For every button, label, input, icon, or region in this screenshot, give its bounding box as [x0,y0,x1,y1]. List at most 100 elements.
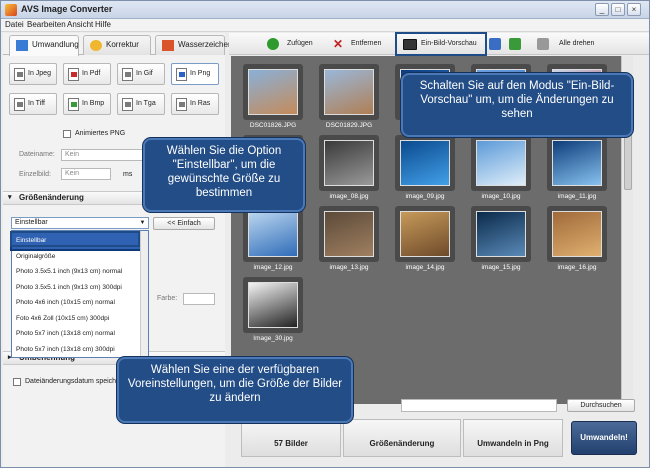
star-icon [90,40,102,51]
gallery-thumbnail[interactable]: image_16.jpg [547,206,607,274]
gallery-thumbnail[interactable]: Image_30.jpg [243,277,303,345]
step-resize[interactable]: Größenänderung [343,419,461,457]
minimize-button[interactable]: _ [595,3,609,16]
thumbnail-image [248,69,298,115]
selected-preset: Einstellbar [15,219,48,226]
format-label: In Tga [136,100,156,107]
thumbnail-image [248,211,298,257]
gallery-thumbnail[interactable]: image_10.jpg [471,135,531,203]
add-icon[interactable] [267,38,279,50]
tab-wasserzeichen[interactable]: Wasserzeichen [155,35,232,55]
gallery-thumbnail[interactable]: image_08.jpg [319,135,379,203]
thumbnail-caption: image_13.jpg [329,264,369,271]
ras-file-icon [176,98,187,111]
format-label: In Jpeg [28,70,51,77]
tga-file-icon [122,98,133,111]
rotate-left-icon[interactable] [489,38,501,50]
menu-hilfe[interactable]: Hilfe [95,20,111,29]
close-button[interactable]: × [627,3,641,16]
thumbnail-frame [319,135,379,191]
step-label: Umwandeln in Png [477,439,549,448]
thumbnail-caption: DSC01829.JPG [325,122,373,129]
format-jpeg-button[interactable]: In Jpeg [9,63,57,85]
preset-option[interactable]: Photo 3.5x5.1 inch (9x13 cm) 300dpi [12,280,140,296]
gallery-thumbnail[interactable]: DSC01829.JPG [319,64,379,132]
menu-bearbeiten[interactable]: Bearbeiten [27,20,66,29]
rotate-right-icon[interactable] [509,38,521,50]
gear-icon[interactable] [537,38,549,50]
thumbnail-caption: image_12.jpg [253,264,293,271]
convert-button[interactable]: Umwandeln! [571,421,637,455]
gallery-thumbnail[interactable]: image_15.jpg [471,206,531,274]
menu-ansicht[interactable]: Ansicht [67,20,93,29]
thumbnail-caption: image_09.jpg [405,193,445,200]
preset-option[interactable]: Originalgröße [12,249,140,265]
format-bmp-button[interactable]: In Bmp [63,93,111,115]
color-picker[interactable] [183,293,215,305]
gallery-thumbnail[interactable]: image_12.jpg [243,206,303,274]
app-window: AVS Image Converter _ □ × Datei Bearbeit… [0,0,650,468]
thumbnail-image [552,140,602,186]
callout-preview: Schalten Sie auf den Modus "Ein-Bild-Vor… [401,73,633,137]
resize-section-title: Größenänderung [19,193,84,202]
format-ras-button[interactable]: In Ras [171,93,219,115]
animated-png-checkbox[interactable] [63,130,71,138]
bmp-file-icon [68,98,79,111]
gallery-thumbnail[interactable]: image_11.jpg [547,135,607,203]
gallery-thumbnail[interactable]: DSC01826.JPG [243,64,303,132]
format-png-button[interactable]: In Png [171,63,219,85]
browse-button[interactable]: Durchsuchen [567,399,635,412]
tab-umwandlung[interactable]: Umwandlung [9,35,79,56]
einzelbild-label: Einzelbild: [19,171,51,178]
convert-icon [16,40,28,51]
add-button[interactable]: Zufügen [287,40,313,47]
menu-datei[interactable]: Datei [5,20,24,29]
preset-option[interactable]: Foto 4x6 Zoll (10x15 cm) 300dpi [12,311,140,327]
format-label: In Png [190,70,211,77]
einzelbild-field[interactable]: Kein [61,168,111,180]
selection-highlight [10,231,140,247]
step-images[interactable]: 57 Bilder [241,419,341,457]
chevron-down-icon: ▼ [139,220,146,226]
thumbnail-image [476,140,526,186]
callout-option: Wählen Sie die Option "Einstellbar", um … [143,138,305,212]
gallery-thumbnail[interactable]: image_14.jpg [395,206,455,274]
format-pdf-button[interactable]: In Pdf [63,63,111,85]
animated-png-label: Animiertes PNG [75,130,126,137]
resize-preset-select[interactable]: Einstellbar ▼ [11,217,149,229]
thumbnail-caption: Image_30.jpg [253,335,293,342]
step-label: 57 Bilder [274,439,308,448]
collapse-arrow-icon: ▾ [8,194,12,201]
remove-button[interactable]: Entfernen [351,40,381,47]
window-title: AVS Image Converter [21,4,113,14]
format-tga-button[interactable]: In Tga [117,93,165,115]
thumbnail-image [476,211,526,257]
preview-highlight [395,32,487,56]
preset-option[interactable]: Photo 3.5x5.1 inch (9x13 cm) normal [12,264,140,280]
keep-date-checkbox[interactable] [13,378,21,386]
thumbnail-image [552,211,602,257]
preset-option[interactable]: Photo 4x6 inch (10x15 cm) normal [12,295,140,311]
format-label: In Pdf [82,70,101,77]
step-convert-format[interactable]: Umwandeln in Png [463,419,563,457]
format-label: In Tiff [28,100,45,107]
gallery-thumbnail[interactable]: image_09.jpg [395,135,455,203]
callout-preview-text: Schalten Sie auf den Modus "Ein-Bild-Vor… [419,80,615,120]
einfach-button[interactable]: << Einfach [153,217,215,230]
preset-option[interactable]: Photo 5x7 inch (13x18 cm) normal [12,326,140,342]
output-path-field[interactable] [401,399,557,412]
gallery-thumbnail[interactable]: image_13.jpg [319,206,379,274]
ms-unit: ms [123,171,133,178]
tab-korrektur[interactable]: Korrektur [83,35,151,55]
format-gif-button[interactable]: In Gif [117,63,165,85]
dateiname-label: Dateiname: [19,151,55,158]
thumbnail-caption: image_11.jpg [557,193,597,200]
list-scrollbar[interactable] [140,231,148,357]
remove-icon[interactable]: ✕ [333,37,343,51]
maximize-button[interactable]: □ [611,3,625,16]
thumbnail-caption: image_10.jpg [481,193,521,200]
format-tiff-button[interactable]: In Tiff [9,93,57,115]
rotate-all-button[interactable]: Alle drehen [559,40,594,47]
preset-option[interactable]: Photo 5x7 inch (13x18 cm) 300dpi [12,342,140,358]
jpeg-file-icon [14,68,25,81]
